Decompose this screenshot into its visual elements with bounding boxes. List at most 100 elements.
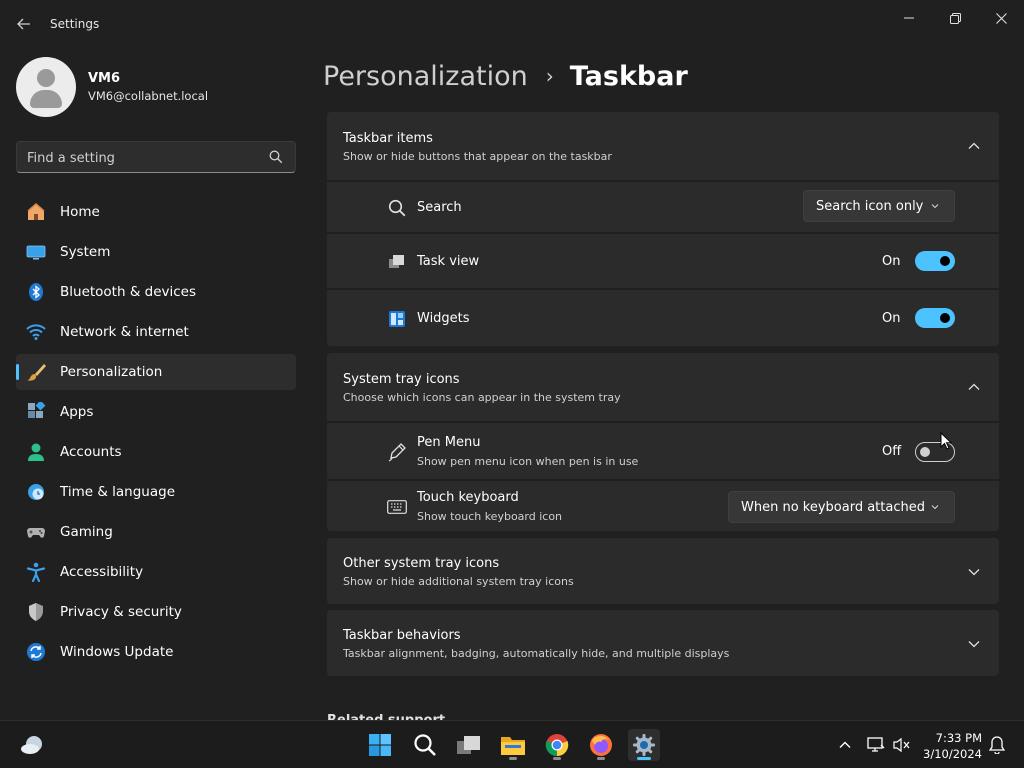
sidebar-item-apps[interactable]: Apps bbox=[16, 394, 296, 430]
task-view-icon bbox=[457, 736, 480, 754]
start-button[interactable] bbox=[364, 729, 396, 761]
file-explorer-button[interactable] bbox=[497, 729, 529, 761]
pen-icon bbox=[387, 442, 407, 462]
breadcrumb: Personalization › Taskbar bbox=[323, 58, 688, 94]
bluetooth-icon bbox=[26, 282, 46, 302]
speaker-muted-icon bbox=[893, 737, 910, 753]
network-status-button[interactable] bbox=[865, 729, 887, 761]
profile-email: VM6@collabnet.local bbox=[88, 89, 209, 103]
sidebar-item-label: System bbox=[60, 244, 111, 260]
chevron-down-icon[interactable] bbox=[967, 637, 981, 651]
title-bar: Settings bbox=[0, 0, 1024, 48]
app-title: Settings bbox=[50, 17, 100, 31]
other-system-tray-icons-section[interactable]: Other system tray icons Show or hide add… bbox=[327, 538, 999, 604]
accessibility-icon bbox=[26, 562, 46, 582]
search-mode-dropdown[interactable]: Search icon only bbox=[803, 190, 955, 222]
toggle-state-label: Off bbox=[882, 444, 902, 459]
settings-search-box bbox=[16, 141, 296, 173]
breadcrumb-parent[interactable]: Personalization bbox=[323, 61, 528, 92]
sidebar-nav: Home System Bluetooth & devices Network … bbox=[16, 194, 296, 674]
minimize-button[interactable] bbox=[886, 4, 932, 32]
section-title: Taskbar items bbox=[343, 131, 433, 146]
notifications-button[interactable] bbox=[986, 729, 1008, 761]
settings-app-button[interactable] bbox=[628, 729, 660, 761]
chevron-up-icon[interactable] bbox=[967, 380, 981, 394]
network-wired-icon bbox=[867, 737, 885, 752]
touch-keyboard-dropdown[interactable]: When no keyboard attached bbox=[728, 491, 955, 523]
os-taskbar: 7:33 PM 3/10/2024 bbox=[0, 720, 1024, 768]
task-view-toggle[interactable] bbox=[915, 251, 955, 271]
search-icon bbox=[387, 198, 407, 218]
accounts-icon bbox=[26, 442, 46, 462]
taskbar-task-view-button[interactable] bbox=[453, 729, 485, 761]
restore-button[interactable] bbox=[932, 4, 978, 32]
dropdown-value: When no keyboard attached bbox=[741, 499, 925, 515]
clock-date: 3/10/2024 bbox=[923, 747, 982, 761]
sidebar-item-label: Apps bbox=[60, 404, 94, 420]
minimize-icon bbox=[904, 17, 914, 19]
keyboard-icon bbox=[387, 497, 407, 517]
section-description: Show or hide additional system tray icon… bbox=[343, 575, 574, 588]
sidebar-item-gaming[interactable]: Gaming bbox=[16, 514, 296, 550]
system-tray-icons-header[interactable]: System tray icons Choose which icons can… bbox=[327, 353, 999, 421]
sidebar-item-label: Home bbox=[60, 204, 100, 220]
folder-icon bbox=[501, 737, 525, 755]
sidebar-item-accessibility[interactable]: Accessibility bbox=[16, 554, 296, 590]
volume-button[interactable] bbox=[891, 729, 913, 761]
sidebar-item-label: Time & language bbox=[60, 484, 176, 500]
taskbar-search-button[interactable] bbox=[409, 729, 441, 761]
widgets-toggle[interactable] bbox=[915, 308, 955, 328]
task-view-row: Task view On bbox=[327, 232, 999, 288]
row-label: Task view bbox=[417, 254, 480, 269]
task-view-icon bbox=[387, 252, 407, 272]
paintbrush-icon bbox=[26, 362, 46, 382]
row-label: Search bbox=[417, 200, 462, 215]
widgets-row: Widgets On bbox=[327, 288, 999, 346]
chevron-down-icon[interactable] bbox=[967, 565, 981, 579]
sidebar-item-label: Accessibility bbox=[60, 564, 144, 580]
toggle-state-label: On bbox=[882, 311, 901, 326]
taskbar-clock[interactable]: 7:33 PM 3/10/2024 bbox=[916, 730, 982, 762]
sidebar-item-label: Personalization bbox=[60, 364, 163, 380]
profile-name: VM6 bbox=[88, 71, 121, 86]
close-button[interactable] bbox=[978, 4, 1024, 32]
widgets-icon bbox=[387, 309, 407, 329]
close-icon bbox=[995, 12, 1007, 24]
sidebar-item-system[interactable]: System bbox=[16, 234, 296, 270]
row-sublabel: Show touch keyboard icon bbox=[417, 510, 563, 523]
chevron-down-icon bbox=[931, 204, 939, 209]
wifi-icon bbox=[26, 322, 46, 342]
show-hidden-icons-button[interactable] bbox=[834, 729, 856, 761]
sidebar-item-time-language[interactable]: Time & language bbox=[16, 474, 296, 510]
sidebar-item-windows-update[interactable]: Windows Update bbox=[16, 634, 296, 670]
user-profile[interactable]: VM6 VM6@collabnet.local bbox=[16, 57, 208, 117]
weather-cloud-icon bbox=[21, 736, 42, 754]
sidebar-item-personalization[interactable]: Personalization bbox=[16, 354, 296, 390]
sidebar-item-accounts[interactable]: Accounts bbox=[16, 434, 296, 470]
chevron-up-icon[interactable] bbox=[967, 139, 981, 153]
sidebar-item-home[interactable]: Home bbox=[16, 194, 296, 230]
restore-icon bbox=[949, 12, 961, 24]
chrome-button[interactable] bbox=[541, 729, 573, 761]
chrome-icon bbox=[545, 734, 569, 757]
row-label: Touch keyboard bbox=[417, 490, 519, 505]
windows-logo-icon bbox=[369, 734, 391, 756]
sidebar-item-network[interactable]: Network & internet bbox=[16, 314, 296, 350]
sidebar-item-label: Windows Update bbox=[60, 644, 174, 660]
system-icon bbox=[26, 242, 46, 262]
section-title: System tray icons bbox=[343, 372, 460, 387]
back-button[interactable] bbox=[10, 10, 38, 38]
firefox-button[interactable] bbox=[585, 729, 617, 761]
sidebar-item-privacy[interactable]: Privacy & security bbox=[16, 594, 296, 630]
clock-time: 7:33 PM bbox=[935, 731, 982, 745]
system-tray-icons-section: System tray icons Choose which icons can… bbox=[327, 353, 999, 531]
dropdown-value: Search icon only bbox=[816, 198, 924, 214]
taskbar-behaviors-section[interactable]: Taskbar behaviors Taskbar alignment, bad… bbox=[327, 610, 999, 676]
sidebar-item-bluetooth[interactable]: Bluetooth & devices bbox=[16, 274, 296, 310]
gear-icon bbox=[633, 734, 655, 756]
search-icon[interactable] bbox=[269, 150, 283, 164]
taskbar-items-header[interactable]: Taskbar items Show or hide buttons that … bbox=[327, 112, 999, 180]
search-setting-row: Search Search icon only bbox=[327, 180, 999, 232]
search-input[interactable] bbox=[27, 148, 257, 168]
weather-widget[interactable] bbox=[16, 729, 48, 761]
